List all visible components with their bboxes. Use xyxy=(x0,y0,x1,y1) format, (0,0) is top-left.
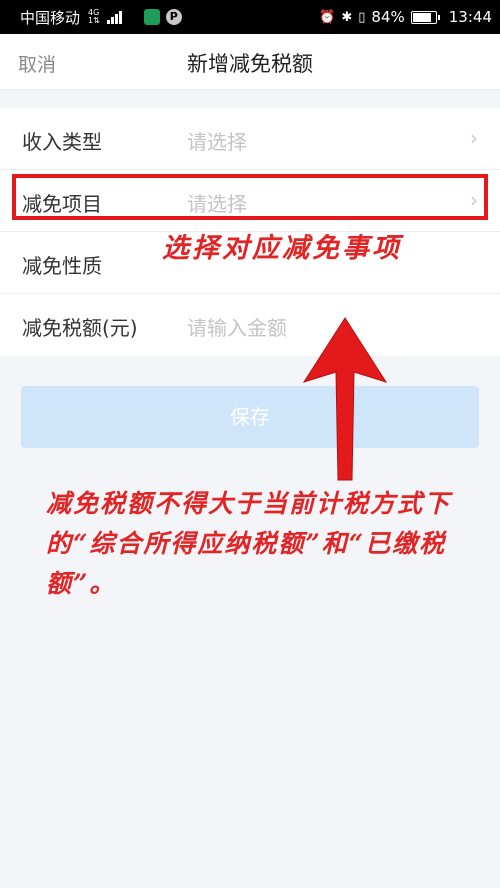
relief-amount-row[interactable]: 减免税额(元) 请输入金额 xyxy=(0,294,500,356)
income-type-row[interactable]: 收入类型 请选择 › xyxy=(0,108,500,170)
battery-percent: 84% xyxy=(371,8,405,26)
clock: 13:44 xyxy=(448,8,492,26)
status-left: 中国移动 4G 1⇅ P xyxy=(20,7,182,28)
chevron-right-icon: › xyxy=(470,126,478,150)
nav-bar: 取消 新增减免税额 xyxy=(0,34,500,90)
relief-nature-label: 减免性质 xyxy=(22,254,102,278)
vibrate-icon: ▯ xyxy=(358,9,366,25)
page-title: 新增减免税额 xyxy=(187,52,313,76)
highlight-box xyxy=(12,174,488,220)
battery-fill xyxy=(412,12,431,22)
battery-icon xyxy=(410,10,440,24)
status-right: ⏰ ✱ ▯ 84% 13:44 xyxy=(319,8,492,26)
screen: 中国移动 4G 1⇅ P ⏰ ✱ ▯ 84% 13:44 取消 新增减免税额 收… xyxy=(0,0,500,888)
status-bar: 中国移动 4G 1⇅ P ⏰ ✱ ▯ 84% 13:44 xyxy=(0,0,500,34)
network-type: 4G 1⇅ xyxy=(88,9,100,25)
carrier-name: 中国移动 xyxy=(20,8,81,27)
bluetooth-icon: ✱ xyxy=(341,9,353,25)
play-store-icon xyxy=(143,9,160,25)
income-type-select[interactable]: 请选择 xyxy=(187,126,247,155)
income-type-label: 收入类型 xyxy=(22,130,102,154)
parking-app-icon: P xyxy=(165,9,182,25)
network-activity-label: 1⇅ xyxy=(88,16,100,25)
cancel-button[interactable]: 取消 xyxy=(18,50,56,77)
limit-note-annotation: 减免税额不得大于当前计税方式下的“综合所得应纳税额”和“已缴税额”。 xyxy=(46,489,452,598)
signal-icon xyxy=(106,10,122,24)
relief-amount-input[interactable]: 请输入金额 xyxy=(187,312,287,341)
relief-amount-label: 减免税额(元) xyxy=(22,316,138,340)
save-button[interactable]: 保存 xyxy=(21,386,479,448)
arrow-up-annotation xyxy=(302,317,388,481)
select-note-annotation: 选择对应减免事项 xyxy=(162,233,402,264)
alarm-icon: ⏰ xyxy=(319,9,336,25)
